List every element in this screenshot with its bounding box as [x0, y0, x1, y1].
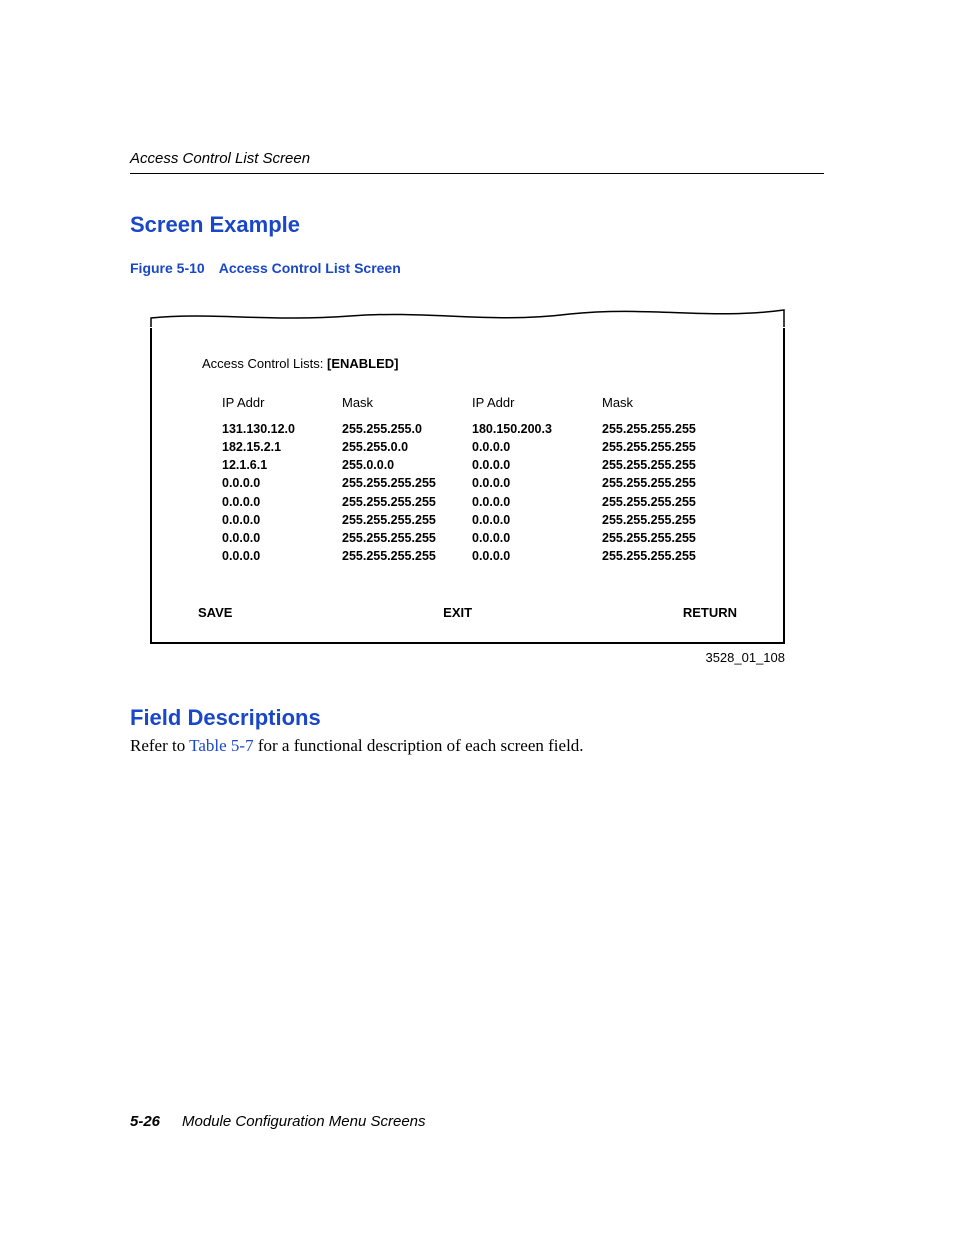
- col-header-mask-left: Mask: [342, 395, 472, 410]
- table-cell: 0.0.0.0: [222, 547, 342, 565]
- table-cell: 255.255.0.0: [342, 438, 472, 456]
- table-cell: 182.15.2.1: [222, 438, 342, 456]
- acl-status-value: [ENABLED]: [327, 356, 399, 371]
- col-mask-right: Mask 255.255.255.255 255.255.255.255 255…: [602, 395, 742, 565]
- table-cell: 255.255.255.255: [342, 511, 472, 529]
- text-pre: Refer to: [130, 736, 189, 755]
- table-cell: 255.255.255.255: [602, 474, 742, 492]
- table-cell: 0.0.0.0: [222, 529, 342, 547]
- table-cell: 255.255.255.255: [602, 493, 742, 511]
- table-cell: 255.255.255.255: [342, 474, 472, 492]
- torn-edge-icon: [150, 306, 785, 328]
- table-cell: 0.0.0.0: [222, 474, 342, 492]
- figure-wrap: Access Control Lists: [ENABLED] IP Addr …: [150, 306, 785, 665]
- acl-table: IP Addr 131.130.12.0 182.15.2.1 12.1.6.1…: [192, 395, 743, 565]
- table-cell: 131.130.12.0: [222, 420, 342, 438]
- table-cell: 0.0.0.0: [222, 511, 342, 529]
- screen-button-row: SAVE EXIT RETURN: [192, 605, 743, 620]
- text-post: for a functional description of each scr…: [254, 736, 584, 755]
- table-cell: 255.255.255.255: [602, 511, 742, 529]
- footer-title: Module Configuration Menu Screens: [182, 1113, 425, 1130]
- col-header-ip-left: IP Addr: [222, 395, 342, 410]
- heading-field-descriptions: Field Descriptions: [130, 705, 824, 731]
- figure-caption: Figure 5-10 Access Control List Screen: [130, 260, 824, 276]
- table-cell: 255.255.255.255: [602, 547, 742, 565]
- exit-button[interactable]: EXIT: [443, 605, 472, 620]
- table-cell: 0.0.0.0: [472, 438, 602, 456]
- page-number: 5-26: [130, 1113, 160, 1130]
- table-cell: 180.150.200.3: [472, 420, 602, 438]
- col-header-mask-right: Mask: [602, 395, 742, 410]
- save-button[interactable]: SAVE: [198, 605, 232, 620]
- table-5-7-link[interactable]: Table 5-7: [189, 736, 253, 755]
- figure-number: Figure 5-10: [130, 260, 205, 276]
- running-header: Access Control List Screen: [130, 0, 824, 167]
- figure-image-id: 3528_01_108: [150, 650, 785, 665]
- table-cell: 255.255.255.255: [342, 547, 472, 565]
- table-cell: 255.255.255.255: [342, 493, 472, 511]
- table-cell: 12.1.6.1: [222, 456, 342, 474]
- terminal-screen: Access Control Lists: [ENABLED] IP Addr …: [150, 328, 785, 644]
- header-rule: [130, 173, 824, 174]
- col-ip-right: IP Addr 180.150.200.3 0.0.0.0 0.0.0.0 0.…: [472, 395, 602, 565]
- table-cell: 255.255.255.255: [602, 456, 742, 474]
- return-button[interactable]: RETURN: [683, 605, 737, 620]
- page-footer: 5-26 Module Configuration Menu Screens: [130, 1113, 426, 1130]
- table-cell: 0.0.0.0: [472, 474, 602, 492]
- table-cell: 0.0.0.0: [472, 547, 602, 565]
- col-ip-left: IP Addr 131.130.12.0 182.15.2.1 12.1.6.1…: [222, 395, 342, 565]
- table-cell: 255.0.0.0: [342, 456, 472, 474]
- acl-status-line: Access Control Lists: [ENABLED]: [192, 356, 743, 371]
- col-mask-left: Mask 255.255.255.0 255.255.0.0 255.0.0.0…: [342, 395, 472, 565]
- table-cell: 255.255.255.255: [602, 420, 742, 438]
- figure-title: Access Control List Screen: [219, 260, 401, 276]
- col-header-ip-right: IP Addr: [472, 395, 602, 410]
- table-cell: 0.0.0.0: [222, 493, 342, 511]
- table-cell: 0.0.0.0: [472, 456, 602, 474]
- table-cell: 0.0.0.0: [472, 511, 602, 529]
- table-cell: 0.0.0.0: [472, 493, 602, 511]
- field-descriptions-text: Refer to Table 5-7 for a functional desc…: [130, 735, 824, 758]
- table-cell: 255.255.255.0: [342, 420, 472, 438]
- table-cell: 0.0.0.0: [472, 529, 602, 547]
- table-cell: 255.255.255.255: [602, 529, 742, 547]
- heading-screen-example: Screen Example: [130, 212, 824, 238]
- table-cell: 255.255.255.255: [342, 529, 472, 547]
- table-cell: 255.255.255.255: [602, 438, 742, 456]
- acl-status-label: Access Control Lists:: [202, 356, 327, 371]
